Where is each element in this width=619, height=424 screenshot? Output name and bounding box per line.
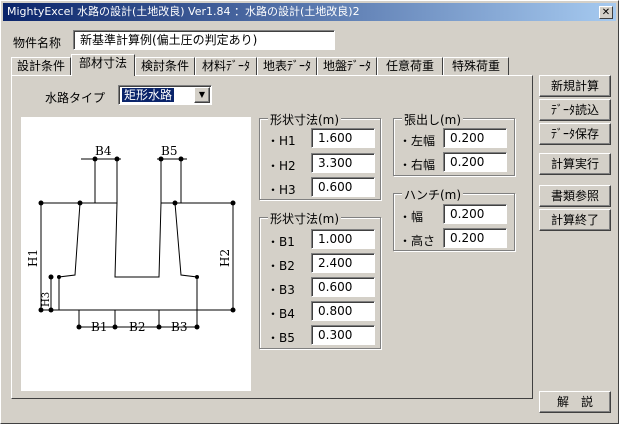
- channel-diagram: B4 B5 B1 B2 B3 H1 H2 H3: [21, 117, 251, 391]
- chevron-down-icon[interactable]: ▼: [194, 87, 210, 103]
- dim-dot: [230, 307, 236, 313]
- b2-field-label: ・B2: [267, 259, 295, 273]
- end-calc-button[interactable]: 計算終了: [539, 209, 611, 231]
- tab-member-dimensions[interactable]: 部材寸法: [71, 54, 135, 76]
- b2-label: B2: [129, 320, 145, 334]
- b3-label: B3: [171, 320, 187, 334]
- h2-label: H2: [218, 249, 232, 267]
- close-icon: ✕: [601, 7, 611, 18]
- haunch-height-input[interactable]: 0.200: [443, 228, 507, 248]
- tab-optional-load[interactable]: 任意荷重: [377, 57, 443, 75]
- tab-surface-data[interactable]: 地表ﾃﾞｰﾀ: [257, 57, 317, 75]
- dim-dot: [38, 200, 44, 206]
- channel-type-value: 矩形水路: [122, 88, 175, 102]
- project-name-label: 物件名称: [13, 36, 62, 50]
- shape-b-group-title: 形状寸法(m): [268, 210, 342, 227]
- dim-dot: [156, 324, 162, 330]
- tab-design-conditions[interactable]: 設計条件: [11, 57, 71, 75]
- h3-field-label: ・H3: [267, 183, 296, 197]
- vertex-dot: [172, 200, 178, 206]
- b1-input[interactable]: 1.000: [311, 229, 375, 249]
- tab-ground-data[interactable]: 地盤ﾃﾞｰﾀ: [317, 57, 377, 75]
- h2-input[interactable]: 3.300: [311, 153, 375, 173]
- vertex-dot: [77, 200, 83, 206]
- tab-check-conditions[interactable]: 検討条件: [135, 57, 195, 75]
- b4-label: B4: [95, 144, 112, 158]
- overhang-right-label: ・右幅: [399, 158, 436, 172]
- dim-dot: [178, 156, 184, 162]
- channel-diagram-svg: B4 B5 B1 B2 B3 H1 H2 H3: [26, 144, 236, 334]
- dim-dot: [38, 307, 44, 313]
- b5-input[interactable]: 0.300: [311, 325, 375, 345]
- dim-dot: [230, 200, 236, 206]
- haunch-group-title: ハンチ(m): [402, 186, 464, 203]
- save-data-button[interactable]: ﾃﾞｰﾀ保存: [539, 123, 611, 145]
- tab-material-data[interactable]: 材料ﾃﾞｰﾀ: [195, 57, 257, 75]
- shape-h-group-title: 形状寸法(m): [268, 111, 342, 128]
- h1-field-label: ・H1: [267, 134, 296, 148]
- channel-section-outline: [58, 202, 198, 311]
- project-name-input[interactable]: 新基準計算例(偏土圧の判定あり): [73, 30, 335, 50]
- b3-field-label: ・B3: [267, 283, 295, 297]
- h3-input[interactable]: 0.600: [311, 177, 375, 197]
- help-button[interactable]: 解 説: [539, 391, 611, 413]
- load-data-button[interactable]: ﾃﾞｰﾀ読込: [539, 99, 611, 121]
- overhang-group-title: 張出し(m): [402, 111, 464, 128]
- b5-label: B5: [161, 144, 177, 158]
- overhang-right-input[interactable]: 0.200: [443, 152, 507, 172]
- run-calc-button[interactable]: 計算実行: [539, 153, 611, 175]
- b2-input[interactable]: 2.400: [311, 253, 375, 273]
- overhang-left-input[interactable]: 0.200: [443, 128, 507, 148]
- h1-label: H1: [26, 249, 40, 267]
- channel-type-select[interactable]: 矩形水路 ▼: [118, 85, 212, 105]
- new-calc-button[interactable]: 新規計算: [539, 75, 611, 97]
- b1-field-label: ・B1: [267, 235, 295, 249]
- title-bar: MightyExcel 水路の設計(土地改良) Ver1.84 ：水路の設計(土…: [3, 3, 616, 21]
- dim-dot: [48, 274, 54, 280]
- h1-input[interactable]: 1.600: [311, 128, 375, 148]
- b3-input[interactable]: 0.600: [311, 277, 375, 297]
- h2-field-label: ・H2: [267, 159, 296, 173]
- b4-field-label: ・B4: [267, 307, 295, 321]
- app-window: MightyExcel 水路の設計(土地改良) Ver1.84 ：水路の設計(土…: [0, 0, 619, 424]
- haunch-width-label: ・幅: [399, 210, 424, 224]
- dim-dot: [114, 156, 120, 162]
- haunch-height-label: ・高さ: [399, 234, 436, 248]
- tab-special-load[interactable]: 特殊荷重: [443, 57, 509, 75]
- b5-field-label: ・B5: [267, 331, 295, 345]
- channel-type-label: 水路タイプ: [45, 91, 106, 105]
- overhang-left-label: ・左幅: [399, 134, 436, 148]
- haunch-width-input[interactable]: 0.200: [443, 204, 507, 224]
- vertex-dot: [195, 275, 199, 279]
- dim-dot: [76, 324, 82, 330]
- close-button[interactable]: ✕: [599, 6, 613, 19]
- b4-input[interactable]: 0.800: [311, 301, 375, 321]
- h3-label: H3: [41, 292, 52, 307]
- documents-button[interactable]: 書類参照: [539, 185, 611, 207]
- dim-dot: [194, 324, 200, 330]
- dim-dot: [112, 324, 118, 330]
- window-title: MightyExcel 水路の設計(土地改良) Ver1.84 ：水路の設計(土…: [7, 5, 360, 18]
- vertex-dot: [57, 275, 61, 279]
- b1-label: B1: [91, 320, 107, 334]
- dim-dot: [48, 307, 54, 313]
